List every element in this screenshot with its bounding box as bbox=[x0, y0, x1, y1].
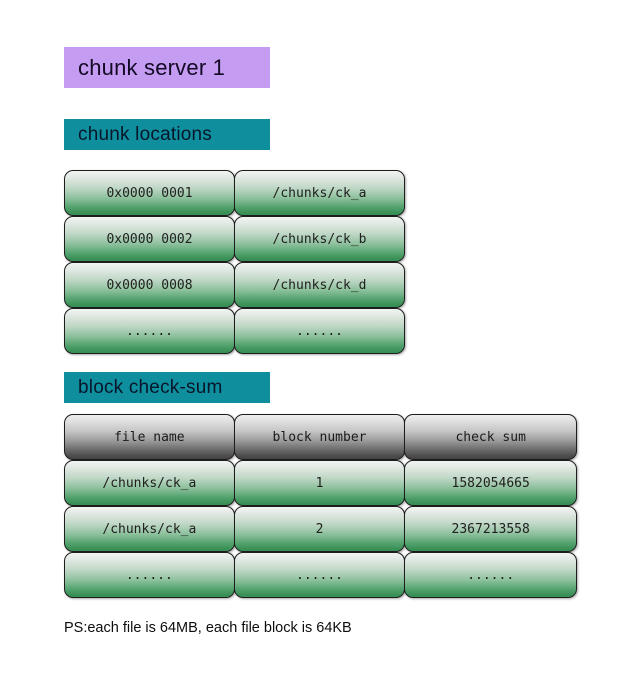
block-number-cell: 1 bbox=[233, 460, 406, 506]
section-header-chunk-locations: chunk locations bbox=[64, 119, 270, 150]
check-sum-cell-ellipsis: ...... bbox=[404, 552, 578, 598]
check-sum-cell: 2367213558 bbox=[404, 506, 578, 552]
section-label-chunk-locations: chunk locations bbox=[78, 123, 212, 145]
block-number-cell: 2 bbox=[233, 506, 406, 552]
table-row-ellipsis: ...... ...... bbox=[64, 308, 405, 354]
footnote-text: PS:each file is 64MB, each file block is… bbox=[64, 620, 352, 636]
table-row-ellipsis: ...... ...... ...... bbox=[64, 552, 578, 598]
table-row: /chunks/ck_a 1 1582054665 bbox=[64, 460, 578, 506]
section-header-block-checksum: block check-sum bbox=[64, 372, 270, 403]
chunk-path-cell: /chunks/ck_d bbox=[234, 262, 405, 308]
block-checksum-table: file name block number check sum /chunks… bbox=[64, 414, 578, 598]
file-name-cell: /chunks/ck_a bbox=[64, 460, 235, 506]
column-header-check-sum: check sum bbox=[404, 414, 578, 460]
column-header-block-number: block number bbox=[233, 414, 406, 460]
chunk-server-title-banner: chunk server 1 bbox=[64, 47, 270, 88]
table-row: 0x0000 0001 /chunks/ck_a bbox=[64, 170, 405, 216]
chunk-path-cell-ellipsis: ...... bbox=[234, 308, 405, 354]
chunk-handle-cell: 0x0000 0008 bbox=[64, 262, 235, 308]
table-header-row: file name block number check sum bbox=[64, 414, 578, 460]
section-label-block-checksum: block check-sum bbox=[78, 376, 223, 398]
block-number-cell-ellipsis: ...... bbox=[233, 552, 406, 598]
file-name-cell: /chunks/ck_a bbox=[64, 506, 235, 552]
table-row: 0x0000 0008 /chunks/ck_d bbox=[64, 262, 405, 308]
page-title: chunk server 1 bbox=[78, 54, 226, 80]
chunk-handle-cell-ellipsis: ...... bbox=[64, 308, 235, 354]
chunk-locations-table: 0x0000 0001 /chunks/ck_a 0x0000 0002 /ch… bbox=[64, 170, 405, 354]
chunk-handle-cell: 0x0000 0001 bbox=[64, 170, 235, 216]
check-sum-cell: 1582054665 bbox=[404, 460, 578, 506]
chunk-path-cell: /chunks/ck_b bbox=[234, 216, 405, 262]
column-header-file-name: file name bbox=[64, 414, 235, 460]
table-row: /chunks/ck_a 2 2367213558 bbox=[64, 506, 578, 552]
file-name-cell-ellipsis: ...... bbox=[64, 552, 235, 598]
chunk-handle-cell: 0x0000 0002 bbox=[64, 216, 235, 262]
chunk-path-cell: /chunks/ck_a bbox=[234, 170, 405, 216]
table-row: 0x0000 0002 /chunks/ck_b bbox=[64, 216, 405, 262]
